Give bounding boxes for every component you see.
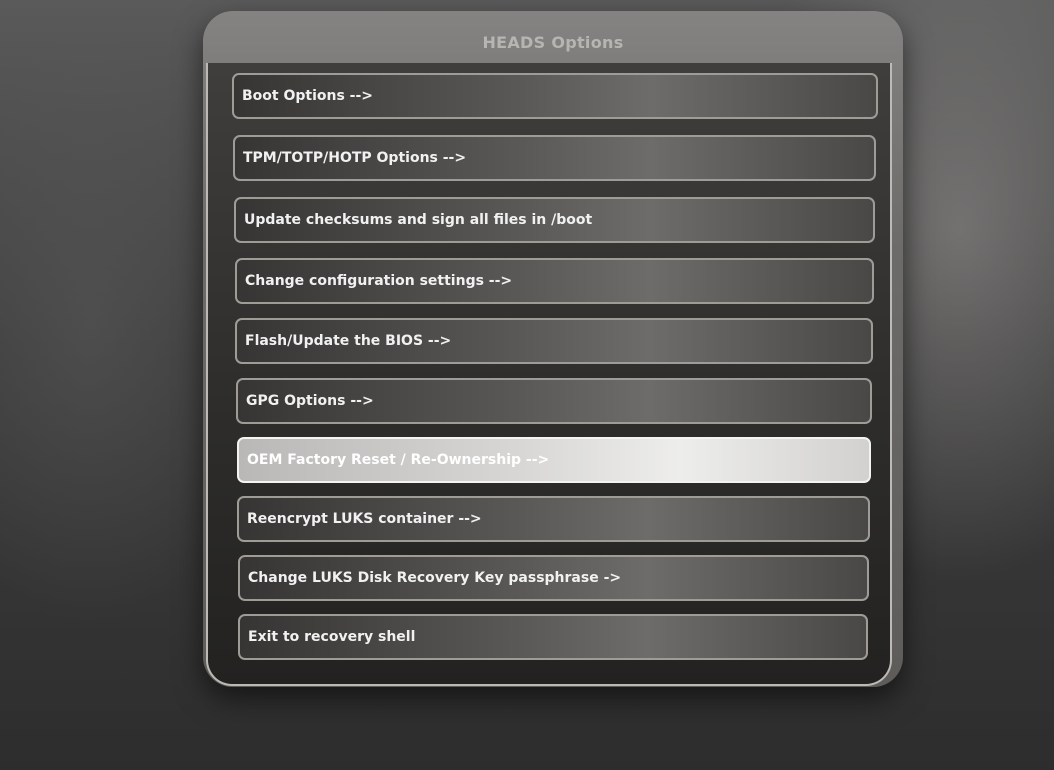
- menu-item-tpm-totp-hotp-options[interactable]: TPM/TOTP/HOTP Options -->: [233, 135, 876, 181]
- menu-item-flash-update-bios[interactable]: Flash/Update the BIOS -->: [235, 318, 873, 364]
- options-menu: Boot Options --> TPM/TOTP/HOTP Options -…: [206, 63, 892, 686]
- menu-item-update-checksums[interactable]: Update checksums and sign all files in /…: [234, 197, 875, 243]
- dialog-title: HEADS Options: [482, 33, 624, 52]
- menu-item-boot-options[interactable]: Boot Options -->: [232, 73, 878, 119]
- menu-item-gpg-options[interactable]: GPG Options -->: [236, 378, 872, 424]
- menu-item-reencrypt-luks[interactable]: Reencrypt LUKS container -->: [237, 496, 870, 542]
- menu-item-oem-factory-reset[interactable]: OEM Factory Reset / Re-Ownership -->: [237, 437, 871, 483]
- menu-item-change-configuration[interactable]: Change configuration settings -->: [235, 258, 874, 304]
- menu-item-exit-recovery-shell[interactable]: Exit to recovery shell: [238, 614, 868, 660]
- menu-item-change-luks-recovery-key[interactable]: Change LUKS Disk Recovery Key passphrase…: [238, 555, 869, 601]
